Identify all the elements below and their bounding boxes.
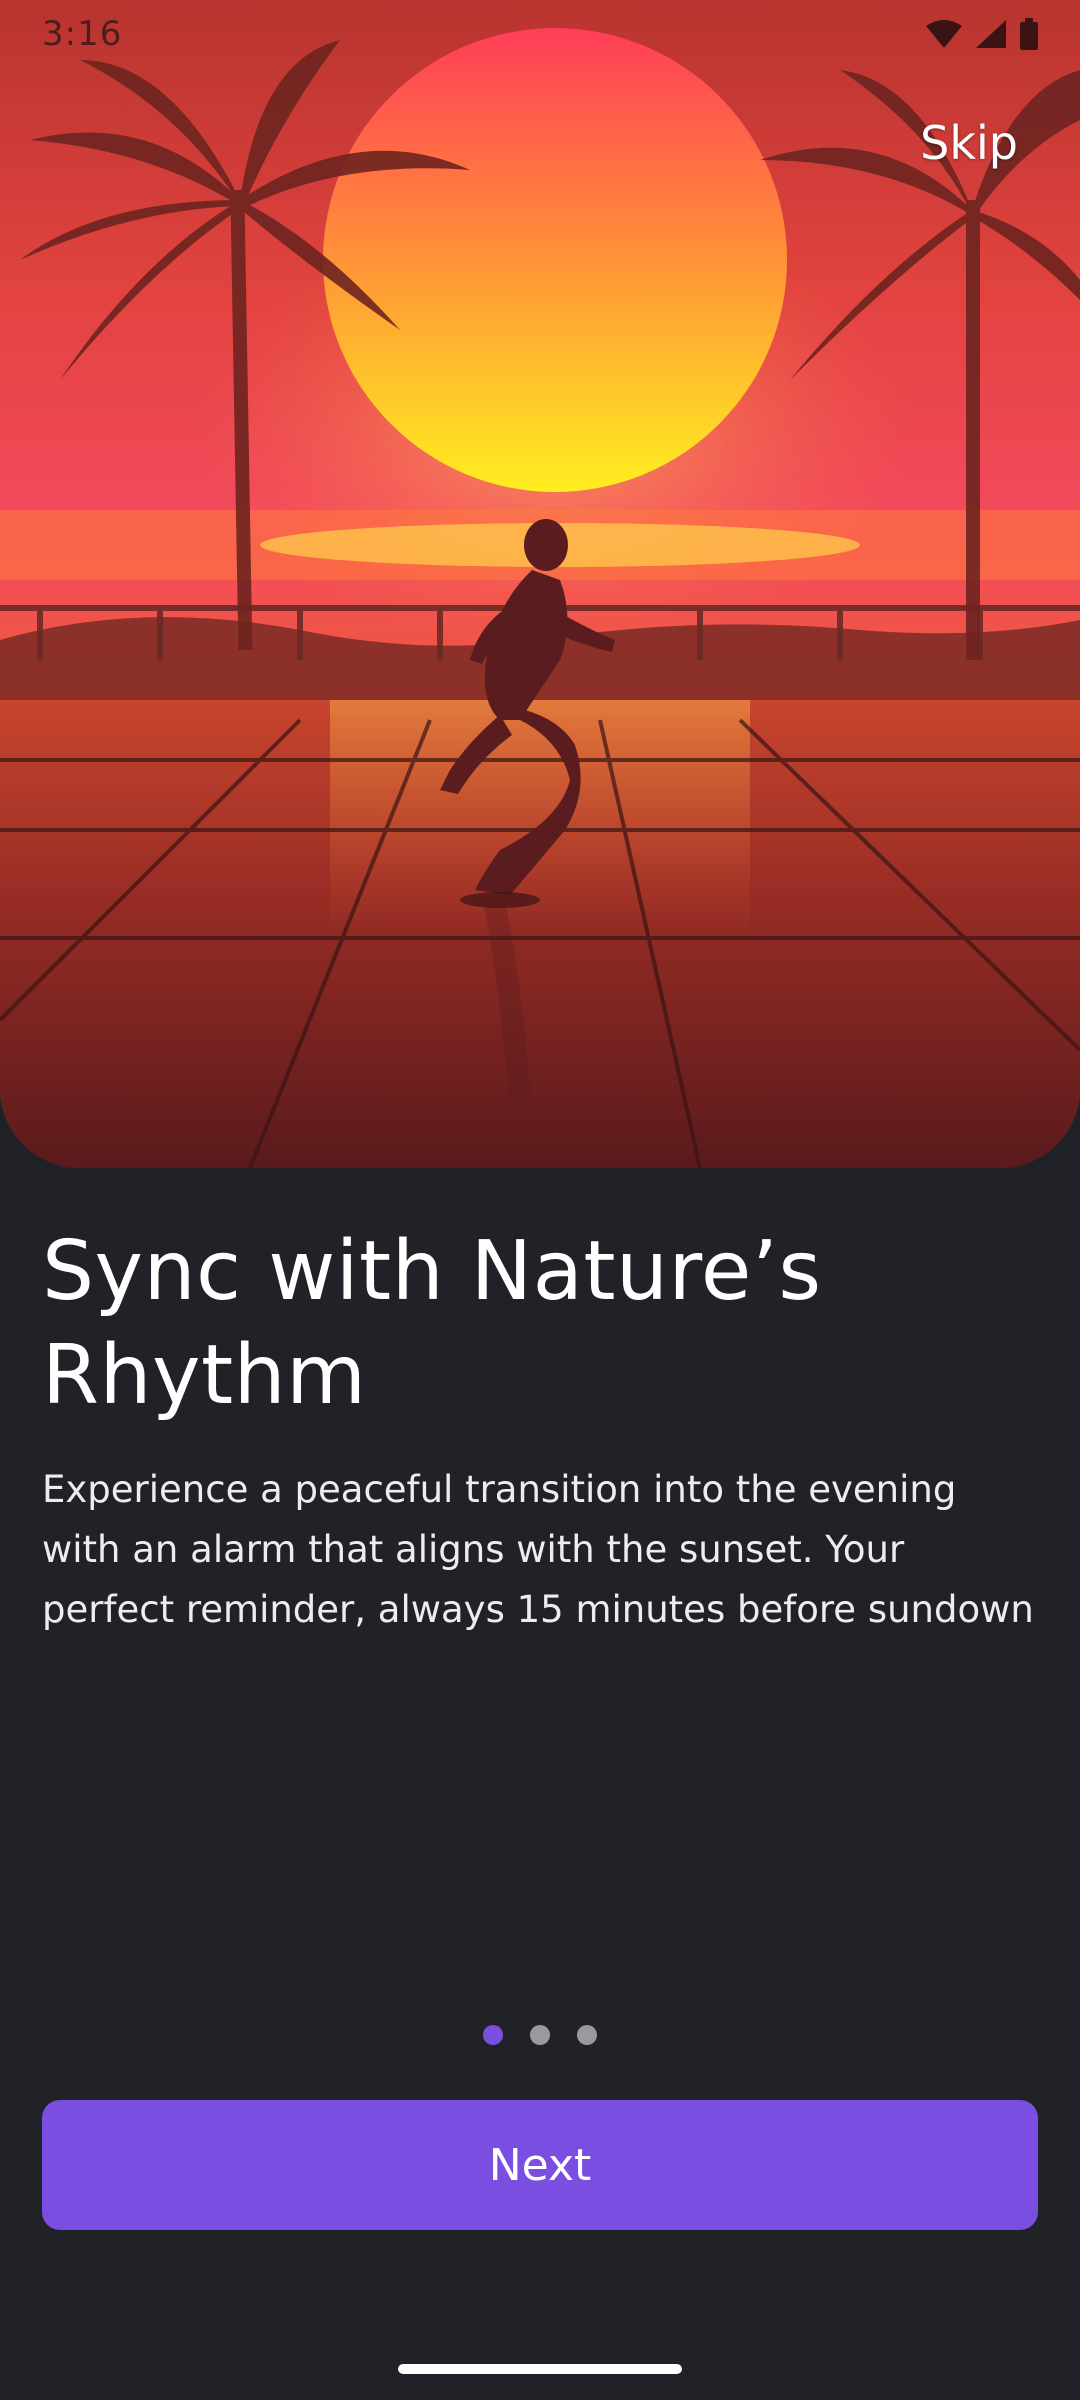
battery-icon (1020, 18, 1038, 50)
page-description: Experience a peaceful transition into th… (42, 1468, 1034, 1631)
page-title: Sync with Nature’s Rhythm (42, 1224, 822, 1423)
page-dot-1[interactable] (483, 2025, 503, 2045)
page-dot-3[interactable] (577, 2025, 597, 2045)
page-indicator (0, 2025, 1080, 2045)
home-indicator[interactable] (398, 2364, 682, 2374)
onboarding-screen: 3:16 Skip Sync with Nature’s Rhythm Expe… (0, 0, 1080, 2400)
wifi-icon (926, 20, 962, 48)
status-icons (924, 18, 1040, 50)
next-button[interactable]: Next (42, 2100, 1038, 2230)
page-dot-2[interactable] (530, 2025, 550, 2045)
cellular-signal-icon (976, 20, 1006, 48)
hero-image (0, 0, 1080, 1168)
status-time: 3:16 (42, 14, 123, 54)
skip-button[interactable]: Skip (920, 116, 1018, 170)
status-bar: 3:16 (0, 0, 1080, 70)
sunset-runner-illustration (0, 0, 1080, 1168)
